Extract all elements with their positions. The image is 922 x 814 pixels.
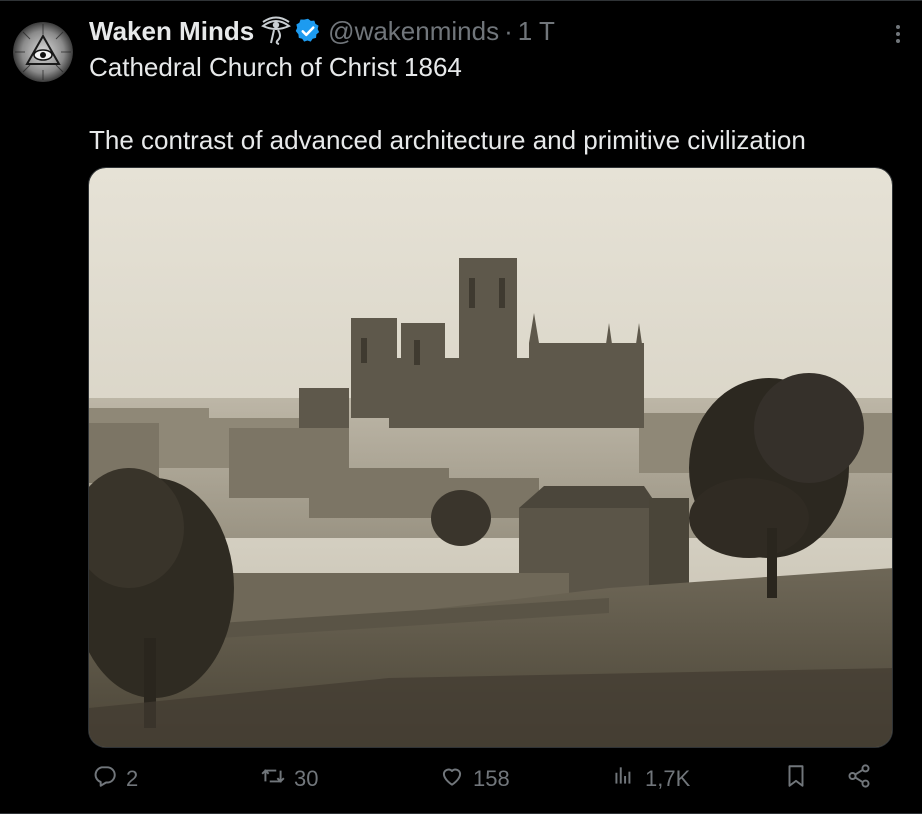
tweet-text-line-1: Cathedral Church of Christ 1864 <box>89 52 462 82</box>
separator-dot: · <box>504 15 513 46</box>
views-button[interactable]: 1,7K <box>611 757 690 801</box>
views-count: 1,7K <box>645 766 691 791</box>
action-bar: 2 30 158 1,7K <box>0 757 922 801</box>
display-name[interactable]: Waken Minds <box>89 16 254 47</box>
views-icon <box>611 763 637 795</box>
share-icon <box>846 763 872 795</box>
repost-icon <box>260 763 286 795</box>
handle[interactable]: @wakenminds <box>328 16 499 47</box>
all-seeing-eye-avatar-image <box>13 22 73 82</box>
tweet-card[interactable]: Waken Minds @wakenminds · 1 T Cathedral … <box>0 0 922 814</box>
share-button[interactable] <box>846 757 872 801</box>
like-count: 158 <box>473 766 510 791</box>
more-options-icon[interactable] <box>888 19 908 49</box>
like-button[interactable]: 158 <box>439 757 510 801</box>
bookmark-button[interactable] <box>783 757 809 801</box>
bookmark-icon <box>783 763 809 795</box>
reply-count: 2 <box>126 766 139 791</box>
timestamp[interactable]: 1 T <box>518 16 555 47</box>
verified-badge-icon[interactable] <box>294 17 322 45</box>
cathedral-photo-image <box>89 168 892 747</box>
repost-button[interactable]: 30 <box>260 757 318 801</box>
reply-button[interactable]: 2 <box>92 757 138 801</box>
heart-icon <box>439 763 465 795</box>
tweet-header: Waken Minds @wakenminds · 1 T <box>89 13 555 49</box>
tweet-text-line-2: The contrast of advanced architecture an… <box>89 125 806 155</box>
avatar[interactable] <box>13 22 73 82</box>
tweet-photo[interactable] <box>88 167 893 748</box>
reply-icon <box>92 763 118 795</box>
eye-of-horus-icon <box>260 16 292 46</box>
repost-count: 30 <box>294 766 319 791</box>
